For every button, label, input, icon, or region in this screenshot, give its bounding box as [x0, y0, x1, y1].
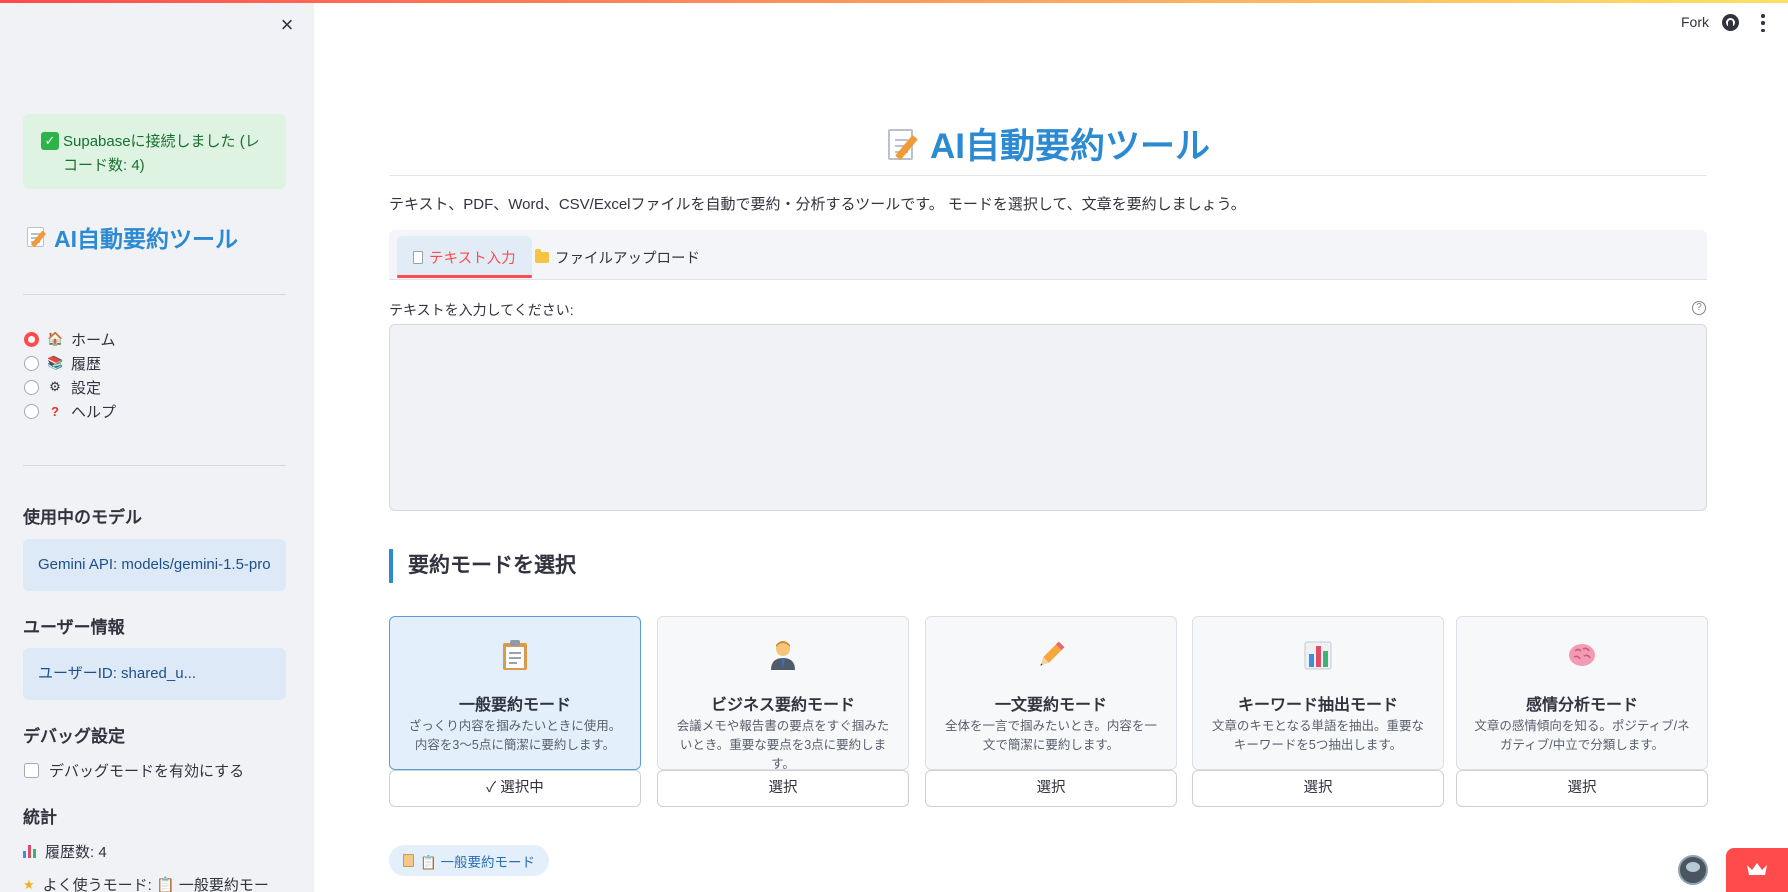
mode-card-desc: 文章のキモとなる単語を抽出。重要なキーワードを5つ抽出します。 — [1211, 719, 1425, 752]
fork-link[interactable]: Fork — [1681, 14, 1709, 30]
avatar[interactable] — [1678, 855, 1708, 885]
divider — [23, 294, 286, 295]
checkbox[interactable] — [24, 763, 39, 778]
stat-frequent-mode-text: よく使うモード: 📋 一般要約モー — [42, 877, 269, 892]
mode-card-desc: 文章の感情傾向を知る。ポジティブ/ネガティブ/中立で分類します。 — [1474, 719, 1690, 752]
radio-selected[interactable] — [24, 331, 39, 347]
current-mode-text: 📋 一般要約モード — [420, 854, 536, 870]
mode-card-desc: ざっくり内容を掴みたいときに使用。内容を3〜5点に簡潔に要約します。 — [408, 719, 622, 752]
crown-icon — [1747, 863, 1767, 875]
radio[interactable] — [24, 379, 39, 395]
sidebar: × ✓ Supabaseに接続しました (レコード数: 4) AI自動要約ツール… — [0, 0, 314, 892]
help-tooltip-icon[interactable]: ? — [1692, 301, 1706, 315]
page-title: AI自動要約ツール — [389, 118, 1707, 169]
brain-icon — [1569, 644, 1595, 666]
gear-icon: ⚙ — [49, 379, 61, 394]
memo-icon — [26, 225, 48, 249]
bar-chart-icon — [1304, 641, 1332, 670]
tab-label: ファイルアップロード — [555, 250, 700, 267]
checkbox-label: デバッグモードを有効にする — [49, 763, 245, 780]
sidebar-item-label: 履歴 — [71, 355, 102, 373]
star-icon: ★ — [23, 876, 35, 892]
document-icon — [413, 250, 423, 264]
mode-section-heading: 要約モードを選択 — [389, 549, 576, 583]
model-info-box: Gemini API: models/gemini-1.5-pro — [23, 539, 286, 591]
mode-select-button-keyword[interactable]: 選択 — [1192, 770, 1444, 807]
divider — [389, 175, 1707, 176]
mode-card-title: 一般要約モード — [458, 697, 571, 714]
house-icon: 🏠 — [47, 331, 64, 346]
page-title-text: AI自動要約ツール — [929, 127, 1210, 166]
mode-card-title: キーワード抽出モード — [1237, 697, 1398, 714]
memo-icon — [886, 126, 920, 162]
stat-history-text: 履歴数: 4 — [45, 844, 107, 861]
check-icon: ✓ — [41, 132, 59, 150]
mode-card-desc: 会議メモや報告書の要点をすぐ掴みたいとき。重要な要点を3点に要約します。 — [676, 719, 890, 771]
mode-select-button-general[interactable]: ✓ 選択中 — [389, 770, 641, 807]
page-description: テキスト、PDF、Word、CSV/Excelファイルを自動で要約・分析するツー… — [389, 196, 1246, 213]
user-info-box: ユーザーID: shared_u... — [23, 648, 286, 700]
mode-card-title: 一文要約モード — [994, 697, 1107, 714]
pencil-icon — [1040, 641, 1065, 666]
clipboard-icon — [503, 640, 527, 670]
folder-icon — [535, 248, 549, 263]
mode-card-title: ビジネス要約モード — [710, 697, 855, 714]
stat-history: 履歴数: 4 — [23, 841, 107, 862]
top-decoration-bar — [0, 0, 1788, 3]
sidebar-item-help[interactable]: ? ヘルプ — [24, 399, 116, 423]
sidebar-item-history[interactable]: 📚 履歴 — [24, 351, 116, 375]
mode-card-desc: 全体を一言で掴みたいとき。内容を一文で簡潔に要約します。 — [945, 719, 1157, 752]
bar-chart-icon — [23, 845, 37, 858]
mode-card-business[interactable]: ビジネス要約モード 会議メモや報告書の要点をすぐ掴みたいとき。重要な要点を3点に… — [657, 616, 909, 771]
text-input-area[interactable] — [389, 324, 1707, 511]
connection-success-alert: ✓ Supabaseに接続しました (レコード数: 4) — [23, 114, 286, 189]
radio[interactable] — [24, 355, 39, 371]
mode-card-title: 感情分析モード — [1525, 697, 1638, 714]
mode-card-keyword[interactable]: キーワード抽出モード 文章のキモとなる単語を抽出。重要なキーワードを5つ抽出しま… — [1192, 616, 1444, 770]
debug-heading: デバッグ設定 — [23, 727, 125, 746]
question-icon: ? — [51, 403, 59, 419]
mode-select-button-sentiment[interactable]: 選択 — [1456, 770, 1708, 807]
input-tabs: テキスト入力 ファイルアップロード — [389, 230, 1707, 280]
tab-text-input[interactable]: テキスト入力 — [397, 236, 532, 278]
mode-card-one-sentence[interactable]: 一文要約モード 全体を一言で掴みたいとき。内容を一文で簡潔に要約します。 — [925, 616, 1177, 770]
stat-frequent-mode: ★ よく使うモード: 📋 一般要約モー — [23, 874, 269, 892]
sidebar-item-settings[interactable]: ⚙ 設定 — [24, 375, 116, 399]
sidebar-item-label: 設定 — [71, 379, 102, 397]
clipboard-icon — [403, 854, 414, 867]
close-sidebar-icon[interactable]: × — [276, 14, 298, 36]
more-menu-icon[interactable] — [1760, 14, 1766, 32]
sidebar-nav: 🏠 ホーム 📚 履歴 ⚙ 設定 ? ヘルプ — [24, 327, 116, 423]
sidebar-item-label: ヘルプ — [71, 403, 117, 421]
text-input-label: テキストを入力してください: — [389, 302, 574, 318]
books-icon: 📚 — [47, 355, 64, 370]
mode-card-sentiment[interactable]: 感情分析モード 文章の感情傾向を知る。ポジティブ/ネガティブ/中立で分類します。 — [1456, 616, 1708, 770]
tab-label: テキスト入力 — [429, 250, 516, 267]
stats-heading: 統計 — [23, 808, 57, 827]
streamlit-crown-button[interactable] — [1726, 848, 1788, 892]
sidebar-app-title: AI自動要約ツール — [26, 220, 238, 254]
model-heading: 使用中のモデル — [23, 508, 142, 527]
radio[interactable] — [24, 403, 39, 419]
businessperson-icon — [771, 641, 795, 670]
debug-checkbox[interactable]: デバッグモードを有効にする — [24, 760, 244, 781]
sidebar-item-home[interactable]: 🏠 ホーム — [24, 327, 116, 351]
mode-select-button-business[interactable]: 選択 — [657, 770, 909, 807]
success-message: Supabaseに接続しました (レコード数: 4) — [63, 133, 260, 174]
mode-card-general[interactable]: 一般要約モード ざっくり内容を掴みたいときに使用。内容を3〜5点に簡潔に要約しま… — [389, 616, 641, 770]
mode-select-button-one-sentence[interactable]: 選択 — [925, 770, 1177, 807]
tab-file-upload[interactable]: ファイルアップロード — [519, 236, 716, 278]
user-heading: ユーザー情報 — [23, 618, 125, 637]
sidebar-app-title-text: AI自動要約ツール — [54, 226, 238, 252]
divider — [23, 465, 286, 466]
current-mode-badge: 📋 一般要約モード — [389, 845, 550, 876]
github-icon[interactable] — [1722, 14, 1739, 31]
sidebar-item-label: ホーム — [71, 331, 116, 349]
